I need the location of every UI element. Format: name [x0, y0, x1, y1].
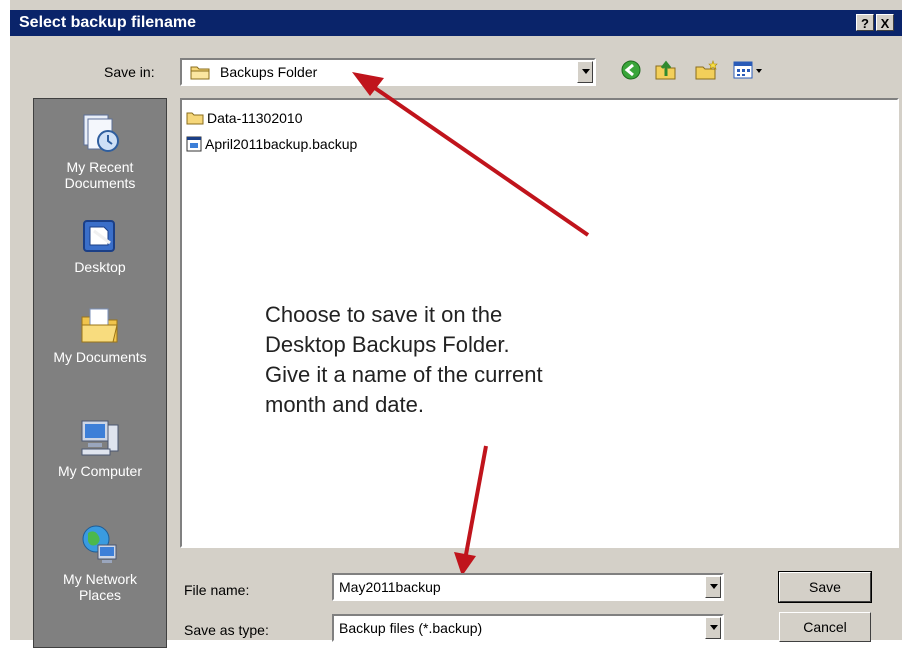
save-as-type-select[interactable]: Backup files (*.backup)	[332, 614, 724, 642]
annotation-arrows	[352, 72, 590, 576]
save-as-type-value: Backup files (*.backup)	[339, 620, 483, 636]
arrow-to-save-in	[352, 72, 590, 237]
file-name-input[interactable]: May2011backup	[332, 573, 724, 601]
file-name-value: May2011backup	[339, 579, 441, 595]
save-button[interactable]: Save	[778, 571, 872, 603]
file-name-label: File name:	[184, 582, 250, 598]
arrow-to-filename	[454, 445, 488, 576]
save-as-type-dropdown-button[interactable]	[705, 617, 721, 639]
save-as-type-label: Save as type:	[184, 622, 269, 638]
file-name-dropdown-button[interactable]	[705, 576, 721, 598]
cancel-button[interactable]: Cancel	[779, 612, 871, 642]
